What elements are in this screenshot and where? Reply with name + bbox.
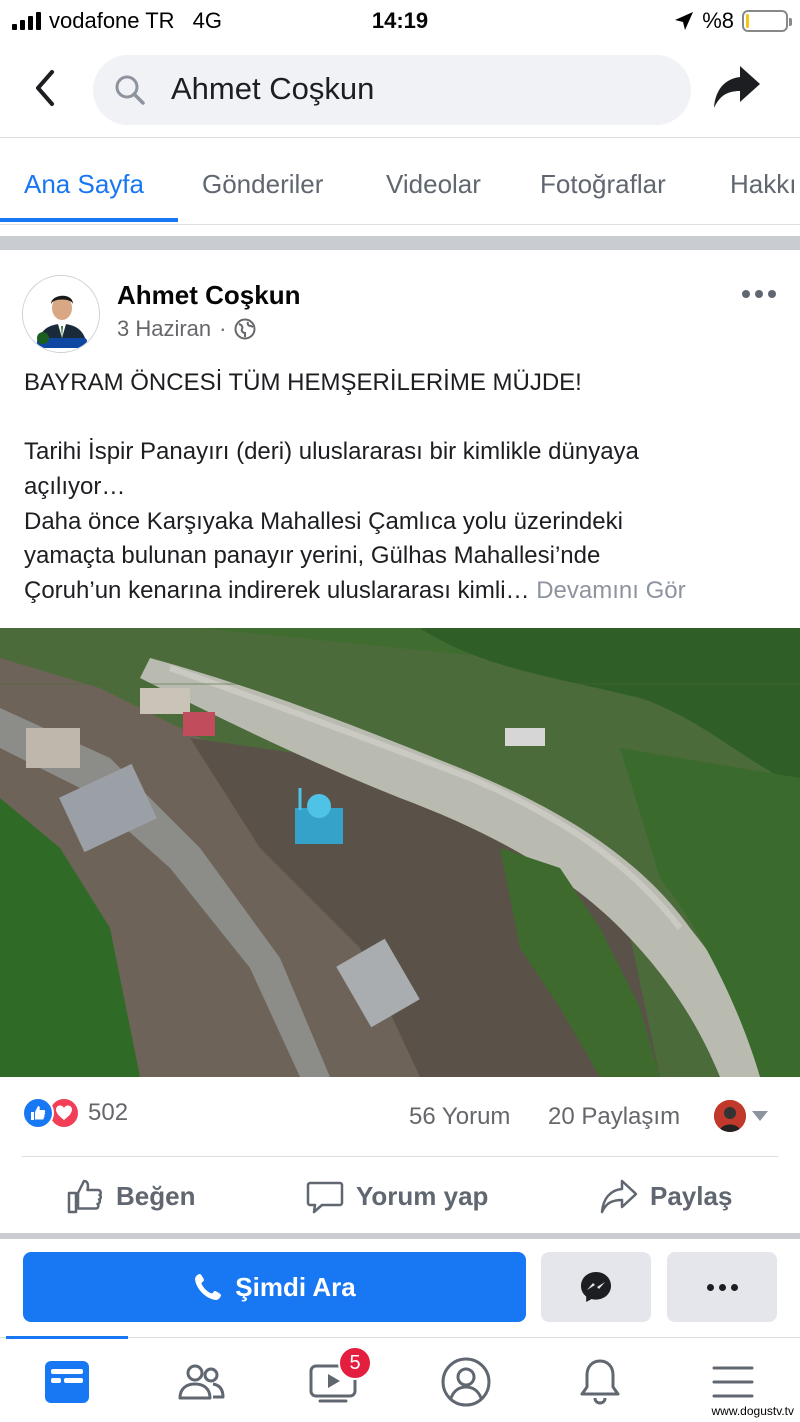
battery-fill bbox=[746, 14, 750, 28]
search-icon bbox=[115, 75, 145, 105]
globe-icon bbox=[234, 318, 256, 340]
post-options-button[interactable] bbox=[742, 290, 776, 298]
post-body-line-3: Daha önce Karşıyaka Mahallesi Çamlıca yo… bbox=[24, 508, 623, 535]
bottom-nav: 5 bbox=[0, 1336, 800, 1422]
comments-count[interactable]: 56 Yorum bbox=[409, 1103, 510, 1131]
location-arrow-icon bbox=[675, 12, 694, 30]
shares-count[interactable]: 20 Paylaşım bbox=[548, 1103, 680, 1131]
battery-percent: %8 bbox=[702, 8, 734, 33]
like-button[interactable]: Beğen bbox=[66, 1172, 195, 1220]
comment-button[interactable]: Yorum yap bbox=[306, 1172, 488, 1220]
tab-about[interactable]: Hakkı bbox=[730, 169, 796, 200]
search-input[interactable]: Ahmet Coşkun bbox=[93, 55, 691, 125]
reactions-summary[interactable]: 502 bbox=[22, 1097, 128, 1129]
bell-icon bbox=[580, 1359, 620, 1405]
share-page-button[interactable] bbox=[712, 64, 762, 115]
search-header: Ahmet Coşkun bbox=[0, 42, 800, 138]
call-now-label: Şimdi Ara bbox=[235, 1271, 356, 1302]
post-body-line-2: açılıyor… bbox=[24, 473, 126, 500]
profile-icon bbox=[441, 1357, 491, 1407]
nav-friends[interactable] bbox=[175, 1356, 227, 1408]
thumbs-up-icon bbox=[67, 1179, 102, 1214]
share-arrow-icon bbox=[714, 66, 760, 108]
messenger-icon bbox=[581, 1272, 611, 1302]
section-divider bbox=[0, 236, 800, 250]
share-arrow-outline-icon bbox=[600, 1179, 638, 1214]
nav-active-indicator bbox=[6, 1336, 128, 1339]
status-bar: vodafone TR 4G 14:19 %8 bbox=[0, 0, 800, 42]
post-body-line-1: Tarihi İspir Panayırı (deri) uluslararas… bbox=[24, 438, 639, 465]
nav-menu[interactable] bbox=[707, 1356, 759, 1408]
share-button[interactable]: Paylaş bbox=[600, 1172, 732, 1220]
avatar-portrait bbox=[23, 276, 99, 352]
tab-posts[interactable]: Gönderiler bbox=[202, 169, 323, 200]
author-avatar[interactable] bbox=[22, 275, 100, 353]
reactions-count: 502 bbox=[88, 1099, 129, 1126]
chevron-left-icon bbox=[36, 70, 54, 106]
post-body-line-5-wrap: Çoruh’un kenarına indirerek uluslararası… bbox=[24, 574, 784, 609]
aerial-river-photo bbox=[0, 628, 800, 1077]
post-author[interactable]: Ahmet Coşkun bbox=[117, 280, 300, 311]
friends-icon bbox=[178, 1364, 225, 1400]
tab-videos[interactable]: Videolar bbox=[386, 169, 481, 200]
watch-notification-badge: 5 bbox=[338, 1346, 372, 1380]
more-options-button[interactable] bbox=[667, 1252, 777, 1322]
page-tabs: Ana Sayfa Gönderiler Videolar Fotoğrafla… bbox=[0, 139, 800, 225]
back-button[interactable] bbox=[28, 68, 64, 108]
meta-separator: · bbox=[219, 316, 227, 341]
tab-home[interactable]: Ana Sayfa bbox=[24, 169, 144, 200]
post-meta: 3 Haziran · bbox=[117, 316, 256, 342]
active-tab-indicator bbox=[0, 218, 178, 222]
see-more-link[interactable]: Devamını Gör bbox=[536, 577, 685, 604]
comment-bubble-icon bbox=[306, 1181, 344, 1214]
phone-icon bbox=[195, 1274, 222, 1300]
messenger-button[interactable] bbox=[541, 1252, 651, 1322]
actions-divider bbox=[22, 1156, 778, 1157]
reaction-selector-caret[interactable] bbox=[752, 1111, 768, 1121]
post-headline: BAYRAM ÖNCESİ TÜM HEMŞERİLERİME MÜJDE! bbox=[24, 369, 582, 396]
status-right: %8 bbox=[674, 8, 792, 34]
comment-label: Yorum yap bbox=[356, 1180, 489, 1211]
battery-icon bbox=[742, 10, 792, 32]
tab-photos[interactable]: Fotoğraflar bbox=[540, 169, 666, 200]
call-now-button[interactable]: Şimdi Ara bbox=[23, 1252, 526, 1322]
section-divider-bottom bbox=[0, 1233, 800, 1239]
post-body-line-4: yamaçta bulunan panayır yerini, Gülhas M… bbox=[24, 542, 601, 569]
nav-profile[interactable] bbox=[440, 1356, 492, 1408]
like-label: Beğen bbox=[116, 1180, 196, 1211]
post-photo[interactable] bbox=[0, 628, 800, 1077]
search-query: Ahmet Coşkun bbox=[171, 71, 375, 106]
post-body-line-5: Çoruh’un kenarına indirerek uluslararası… bbox=[24, 577, 530, 604]
nav-news-feed[interactable] bbox=[41, 1356, 93, 1408]
post-date[interactable]: 3 Haziran bbox=[117, 316, 211, 342]
viewer-avatar[interactable] bbox=[714, 1100, 746, 1132]
news-feed-icon bbox=[45, 1361, 89, 1403]
like-reaction-icon bbox=[22, 1097, 54, 1129]
nav-notifications[interactable] bbox=[574, 1356, 626, 1408]
hamburger-menu-icon bbox=[712, 1366, 754, 1398]
share-label: Paylaş bbox=[650, 1180, 733, 1211]
watermark: www.dogustv.tv bbox=[711, 1404, 794, 1418]
